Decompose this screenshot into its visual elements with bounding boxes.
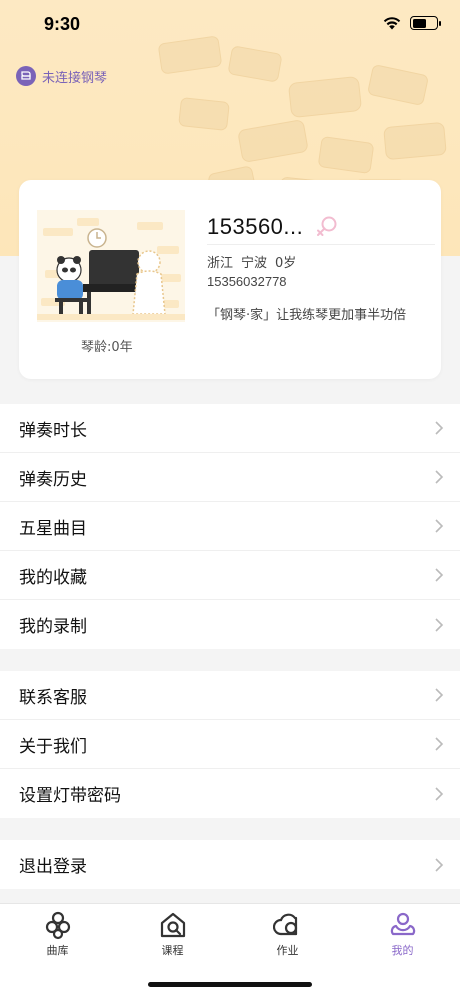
piano-icon	[16, 66, 36, 86]
battery-icon	[410, 16, 441, 30]
course-icon	[160, 912, 185, 938]
chevron-right-icon	[435, 617, 444, 632]
tab-label: 曲库	[46, 944, 69, 957]
chevron-right-icon	[435, 568, 444, 582]
menu-item-contact-support[interactable]: 联系客服	[0, 671, 460, 720]
menu-item-play-history[interactable]: 弹奏历史	[0, 453, 460, 502]
home-indicator[interactable]	[148, 982, 312, 987]
menu-item-logout[interactable]: 退出登录	[0, 840, 460, 889]
chevron-right-icon	[435, 470, 444, 484]
tab-label: 我的	[391, 944, 414, 957]
province: 浙江	[207, 256, 234, 271]
menu-item-my-favorites[interactable]: 我的收藏	[0, 551, 460, 600]
user-name: 153560...	[207, 214, 304, 239]
menu-item-five-star-songs[interactable]: 五星曲目	[0, 502, 460, 551]
menu-item-play-duration[interactable]: 弹奏时长	[0, 404, 460, 453]
status-bar: 9:30	[0, 0, 460, 48]
piano-player-illustration	[37, 210, 185, 322]
female-icon	[317, 216, 337, 236]
status-time: 9:30	[44, 14, 81, 34]
piano-connection-status[interactable]: 未连接钢琴	[16, 66, 107, 86]
chevron-right-icon	[435, 421, 444, 435]
tab-homework[interactable]: 作业	[230, 904, 345, 958]
user-location: 浙江 宁波 0岁	[207, 252, 296, 271]
tab-library[interactable]: 曲库	[0, 904, 115, 958]
chevron-right-icon	[435, 519, 444, 533]
menu-item-about-us[interactable]: 关于我们	[0, 720, 460, 769]
menu-item-label: 五星曲目	[19, 518, 87, 539]
menu-item-label: 退出登录	[19, 857, 87, 877]
menu-group-support: 联系客服 关于我们 设置灯带密码	[0, 671, 460, 818]
homework-icon	[272, 913, 297, 936]
user-phone: 15356032778	[207, 274, 287, 289]
status-icons	[382, 16, 441, 30]
chevron-right-icon	[435, 737, 444, 751]
bottom-tab-bar: 曲库 课程 作业 我的	[0, 903, 460, 996]
tab-profile[interactable]: 我的	[345, 904, 460, 958]
piano-status-label: 未连接钢琴	[42, 70, 108, 86]
profile-icon	[390, 912, 415, 936]
tab-course[interactable]: 课程	[115, 904, 230, 958]
chevron-right-icon	[435, 688, 444, 702]
menu-item-my-recordings[interactable]: 我的录制	[0, 600, 460, 649]
menu-item-label: 弹奏历史	[19, 469, 87, 490]
user-slogan: 「钢琴·家」让我练琴更加事半功倍	[207, 308, 407, 323]
menu-item-label: 设置灯带密码	[19, 786, 121, 806]
user-age: 0岁	[275, 256, 297, 271]
chevron-right-icon	[435, 857, 444, 872]
chevron-right-icon	[435, 786, 444, 801]
menu-group-practice: 弹奏时长 弹奏历史 五星曲目 我的收藏 我的录制	[0, 404, 460, 649]
menu-item-light-strip-password[interactable]: 设置灯带密码	[0, 769, 460, 818]
menu-item-label: 联系客服	[19, 687, 87, 708]
piano-age: 琴龄:0年	[81, 340, 133, 355]
menu-item-label: 弹奏时长	[19, 420, 87, 441]
card-divider	[207, 244, 435, 245]
tab-label: 作业	[276, 944, 299, 957]
library-icon	[45, 911, 70, 940]
menu-item-label: 我的录制	[19, 617, 87, 637]
tab-label: 课程	[161, 944, 184, 957]
city: 宁波	[241, 256, 268, 271]
menu-item-label: 我的收藏	[19, 567, 87, 588]
profile-card[interactable]: 琴龄:0年 153560... 浙江 宁波 0岁 15356032778 「钢琴…	[19, 180, 441, 379]
menu-item-label: 关于我们	[19, 736, 87, 757]
wifi-icon	[383, 17, 401, 30]
menu-group-account: 退出登录	[0, 840, 460, 889]
